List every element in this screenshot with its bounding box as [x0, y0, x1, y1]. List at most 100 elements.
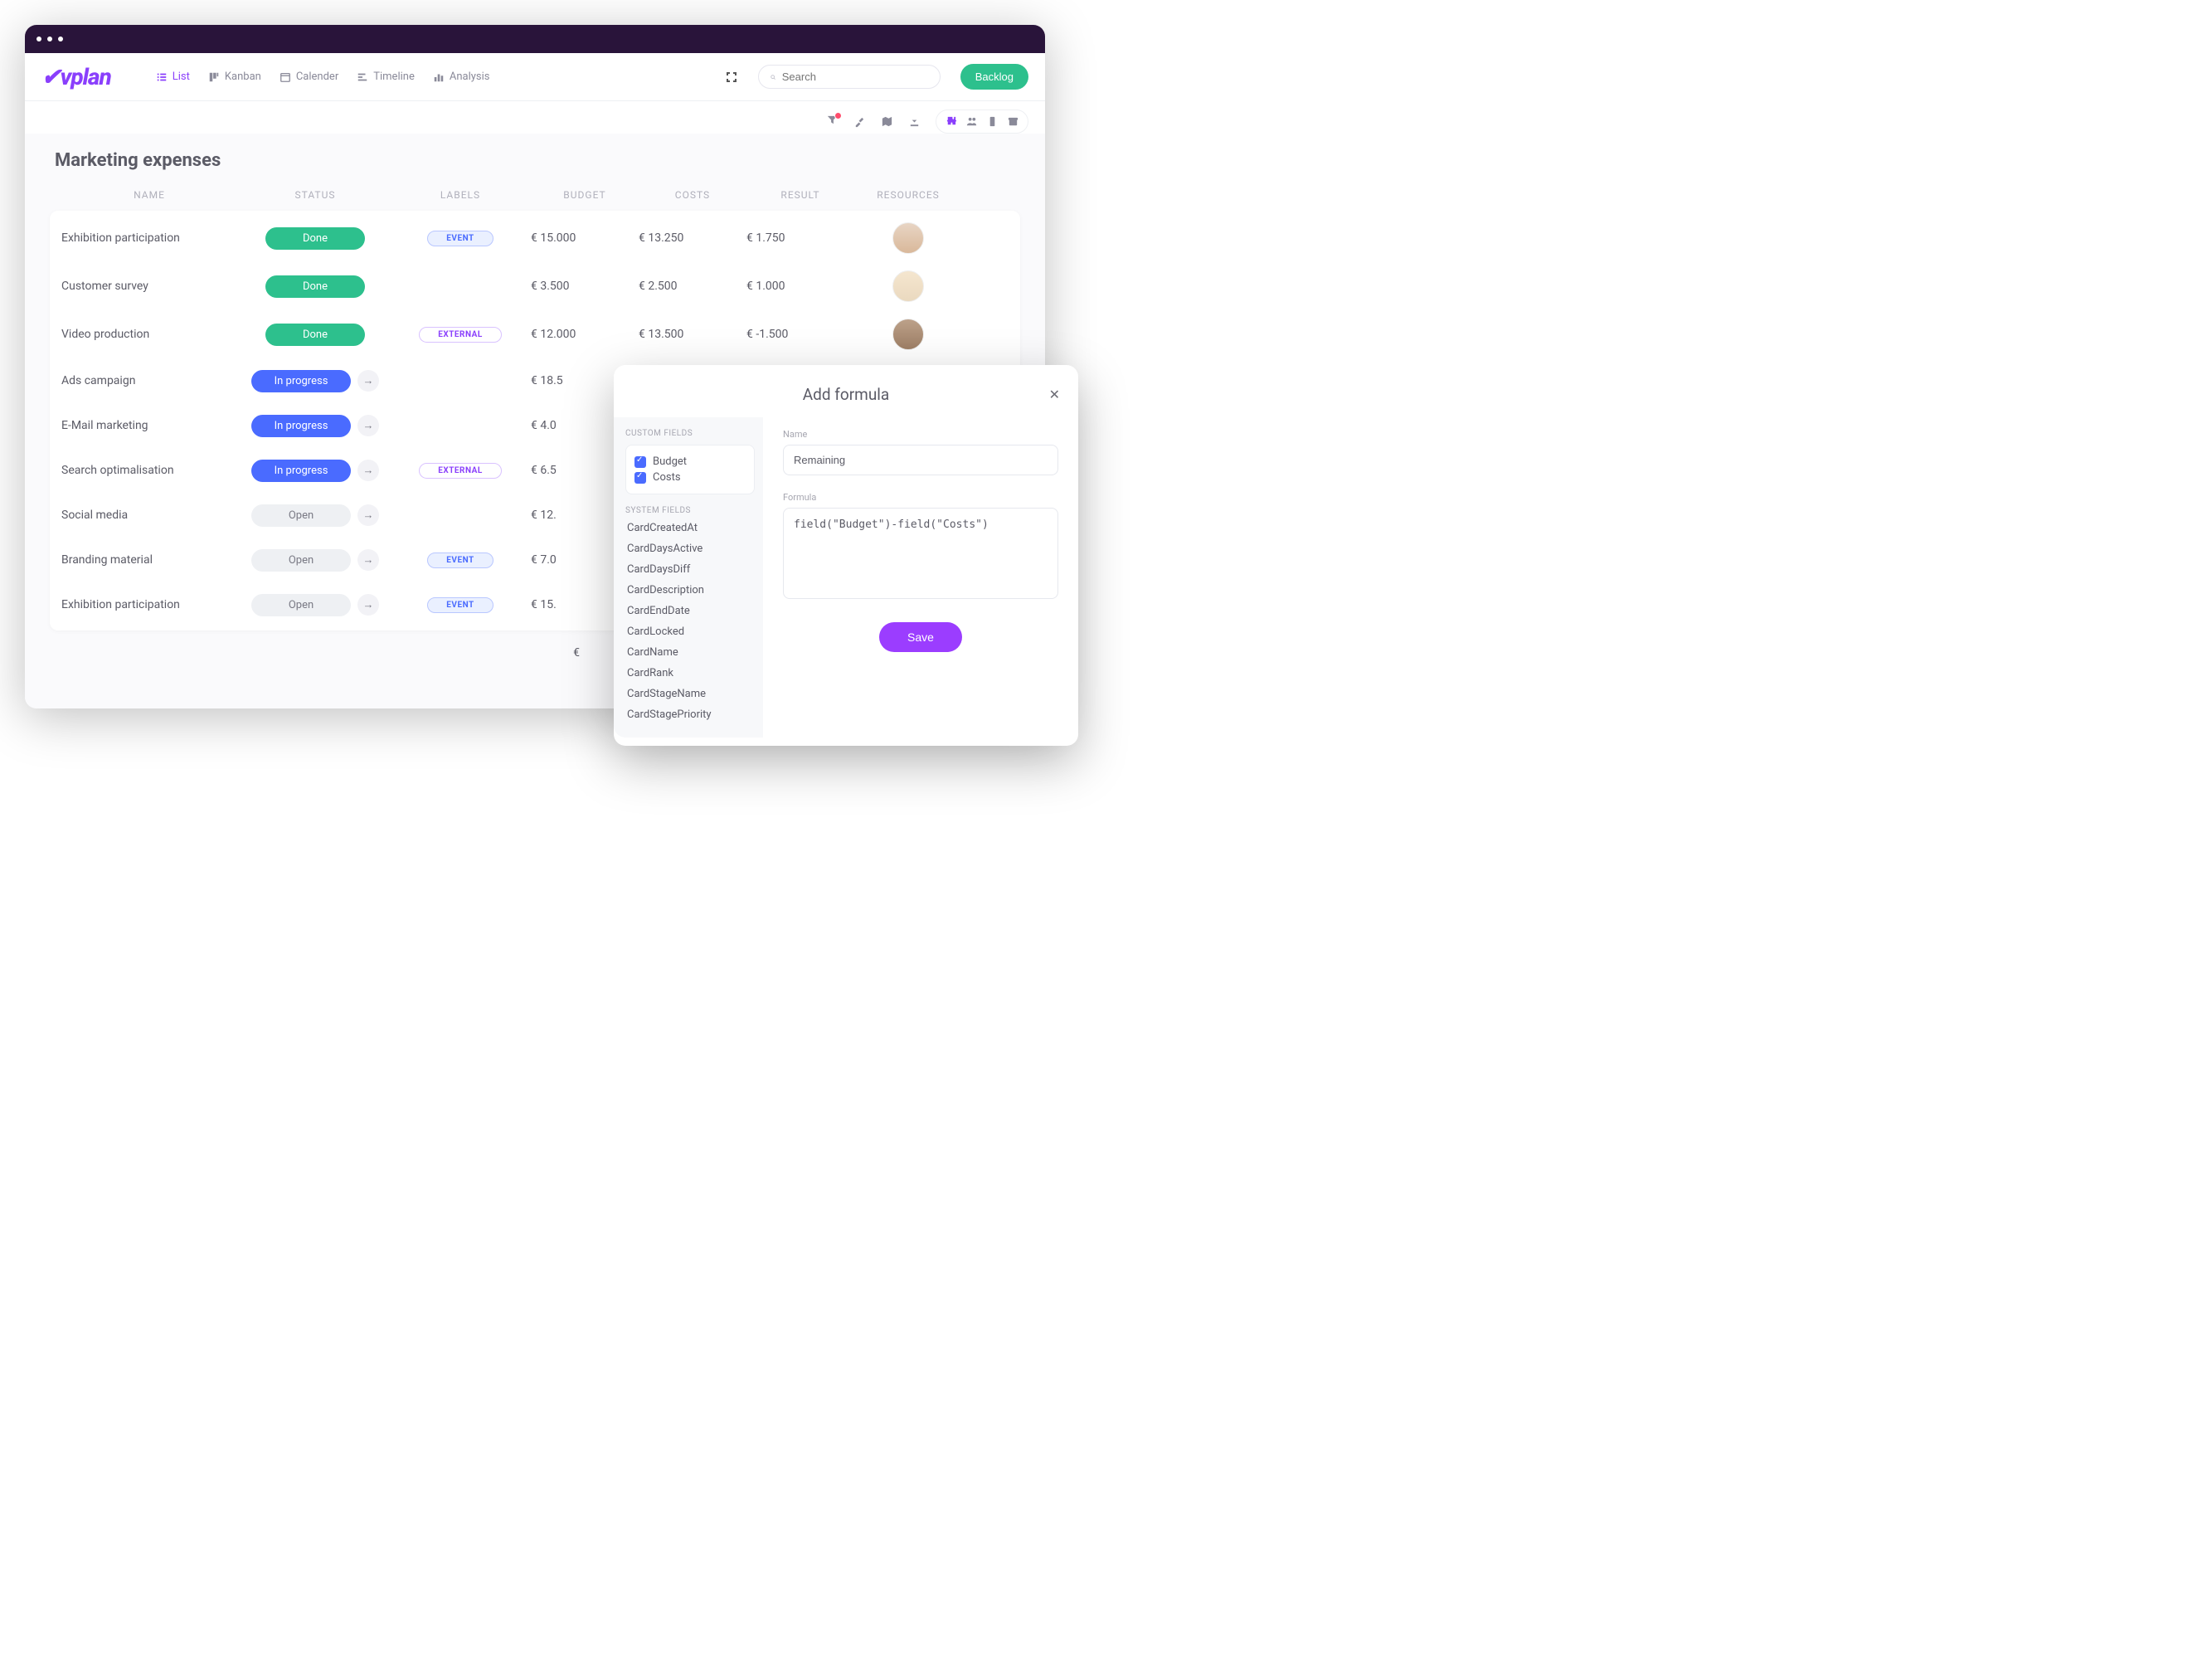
status-cell[interactable]: In progress →	[241, 370, 390, 392]
row-name: Video production	[58, 328, 241, 341]
arrow-right-icon[interactable]: →	[357, 594, 379, 616]
system-field-item[interactable]: CardName	[627, 646, 755, 659]
avatar[interactable]	[892, 222, 924, 254]
row-name: Search optimalisation	[58, 464, 241, 477]
budget-cell: € 3.500	[531, 280, 639, 293]
tools-icon[interactable]	[853, 115, 866, 128]
fullscreen-icon[interactable]	[725, 71, 738, 84]
formula-name-input[interactable]	[783, 445, 1058, 475]
system-field-item[interactable]: CardLocked	[627, 626, 755, 638]
costs-cell: € 13.500	[639, 328, 746, 341]
resources-cell	[854, 222, 962, 254]
avatar[interactable]	[892, 270, 924, 302]
avatar[interactable]	[892, 319, 924, 350]
system-field-item[interactable]: CardDaysActive	[627, 543, 755, 555]
window-dot[interactable]	[47, 37, 52, 41]
checkbox-budget[interactable]: Budget	[634, 454, 746, 470]
col-status: STATUS	[241, 189, 390, 201]
tab-calendar-label: Calender	[296, 71, 338, 83]
list-icon	[156, 71, 168, 83]
custom-fields-box: Budget Costs	[625, 445, 755, 494]
toolbar-settings-group	[936, 110, 1028, 134]
result-cell: € 1.000	[746, 280, 854, 293]
status-pill: In progress	[251, 415, 351, 437]
window-dot[interactable]	[36, 37, 41, 41]
system-field-item[interactable]: CardEndDate	[627, 605, 755, 617]
status-cell[interactable]: Done	[241, 227, 390, 250]
formula-field-label: Formula	[783, 492, 1058, 503]
result-cell: € 1.750	[746, 231, 854, 245]
label-badge-event: EVENT	[427, 553, 493, 568]
status-cell[interactable]: Done	[241, 275, 390, 298]
window-dot[interactable]	[58, 37, 63, 41]
row-name: Social media	[58, 509, 241, 522]
modal-sidebar: CUSTOM FIELDS Budget Costs SYSTEM FIELDS…	[614, 417, 763, 738]
checkbox-label: Budget	[653, 455, 687, 468]
kanban-icon	[208, 71, 220, 83]
status-cell[interactable]: In progress →	[241, 415, 390, 437]
modal-title: Add formula	[803, 385, 890, 404]
filter-icon[interactable]	[826, 114, 839, 129]
arrow-right-icon[interactable]: →	[357, 415, 379, 436]
tab-analysis[interactable]: Analysis	[433, 71, 490, 83]
tab-kanban[interactable]: Kanban	[208, 71, 261, 83]
row-name: Exhibition participation	[58, 598, 241, 611]
database-icon[interactable]	[986, 115, 999, 128]
map-icon[interactable]	[881, 115, 893, 128]
table-row[interactable]: Video production Done EXTERNAL € 12.000 …	[58, 310, 1020, 358]
system-field-item[interactable]: CardStagePriority	[627, 708, 755, 721]
tab-analysis-label: Analysis	[450, 71, 490, 83]
result-cell: € -1.500	[746, 328, 854, 341]
checkbox-icon	[634, 472, 646, 484]
system-field-item[interactable]: CardDescription	[627, 584, 755, 596]
archive-icon[interactable]	[1007, 115, 1019, 128]
calendar-icon	[280, 71, 291, 83]
status-cell[interactable]: In progress →	[241, 460, 390, 482]
checkbox-costs[interactable]: Costs	[634, 470, 746, 485]
top-nav: ✔vplan List Kanban Calender Timeline Ana…	[25, 53, 1045, 101]
row-name: E-Mail marketing	[58, 419, 241, 432]
puzzle-icon[interactable]	[945, 115, 957, 128]
status-cell[interactable]: Done	[241, 324, 390, 346]
row-name: Ads campaign	[58, 374, 241, 387]
status-cell[interactable]: Open →	[241, 504, 390, 527]
label-badge-event: EVENT	[427, 231, 493, 246]
budget-cell: € 12.000	[531, 328, 639, 341]
save-button[interactable]: Save	[879, 622, 962, 652]
system-field-item[interactable]: CardRank	[627, 667, 755, 679]
status-cell[interactable]: Open →	[241, 594, 390, 616]
checkbox-label: Costs	[653, 471, 681, 484]
toolbar	[25, 101, 1045, 134]
system-field-item[interactable]: CardStageName	[627, 688, 755, 700]
logo: ✔vplan	[41, 63, 111, 90]
formula-input[interactable]	[783, 508, 1058, 599]
label-cell: EVENT	[390, 597, 531, 613]
resources-cell	[854, 319, 962, 350]
download-icon[interactable]	[908, 115, 921, 128]
tab-calendar[interactable]: Calender	[280, 71, 338, 83]
search-box[interactable]	[758, 65, 941, 89]
backlog-button[interactable]: Backlog	[960, 64, 1028, 90]
arrow-right-icon[interactable]: →	[357, 460, 379, 481]
system-field-item[interactable]: CardDaysDiff	[627, 563, 755, 576]
status-cell[interactable]: Open →	[241, 549, 390, 572]
tab-list[interactable]: List	[156, 71, 190, 83]
col-resources: RESOURCES	[854, 189, 962, 201]
arrow-right-icon[interactable]: →	[357, 549, 379, 571]
search-icon	[771, 71, 775, 83]
costs-cell: € 13.250	[639, 231, 746, 245]
search-input[interactable]	[782, 71, 928, 83]
tab-timeline-label: Timeline	[373, 71, 415, 83]
tab-timeline[interactable]: Timeline	[357, 71, 415, 83]
table-row[interactable]: Exhibition participation Done EVENT € 15…	[58, 214, 1020, 262]
users-icon[interactable]	[965, 115, 978, 128]
board-title: Marketing expenses	[55, 150, 1020, 171]
system-field-item[interactable]: CardCreatedAt	[627, 522, 755, 534]
close-icon[interactable]: ✕	[1049, 387, 1060, 402]
arrow-right-icon[interactable]: →	[357, 370, 379, 392]
label-cell: EXTERNAL	[390, 327, 531, 343]
row-name: Exhibition participation	[58, 231, 241, 245]
arrow-right-icon[interactable]: →	[357, 504, 379, 526]
table-row[interactable]: Customer survey Done € 3.500 € 2.500 € 1…	[58, 262, 1020, 310]
app-window: ✔vplan List Kanban Calender Timeline Ana…	[25, 25, 1045, 708]
